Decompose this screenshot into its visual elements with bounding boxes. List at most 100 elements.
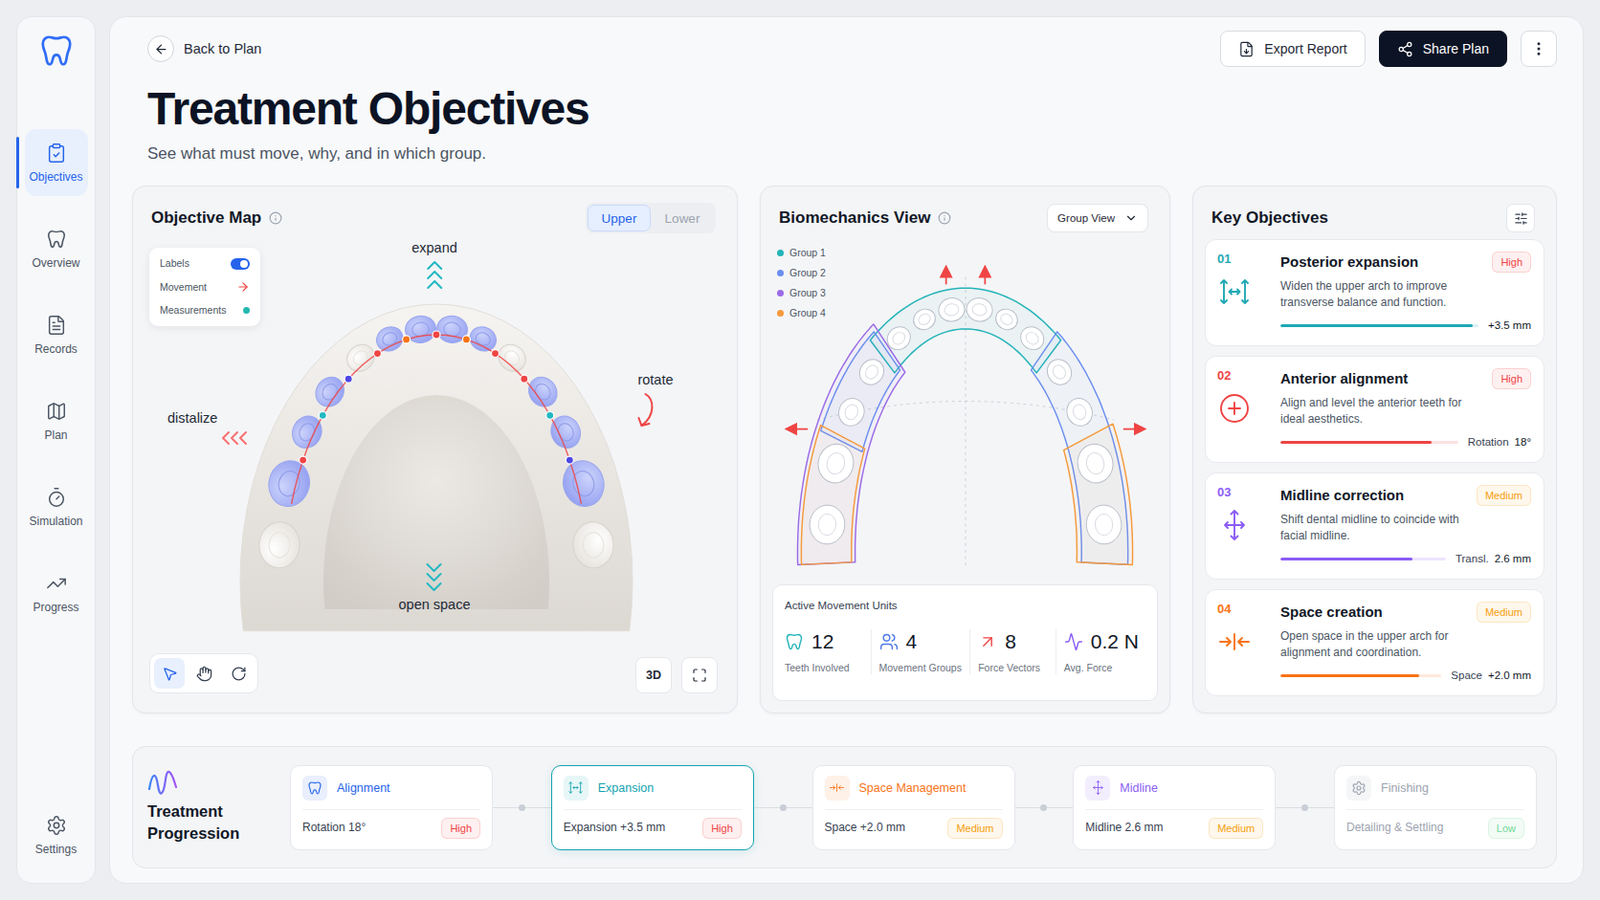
measurement-point[interactable]: [402, 335, 411, 344]
sidebar-item[interactable]: Plan: [24, 387, 89, 455]
biomechanics-canvas[interactable]: Group 1 Group 2 Group 3 Group 4: [760, 239, 1170, 585]
objective-card[interactable]: 01Posterior expansionHighWiden the upper…: [1204, 239, 1545, 347]
units-title: Active Movement Units: [784, 599, 1146, 613]
annotation[interactable]: open space: [399, 560, 471, 614]
space-icon: [828, 779, 845, 797]
sidebar-item[interactable]: Settings: [24, 801, 89, 869]
fullscreen-button[interactable]: [681, 657, 718, 694]
tooth[interactable]: [310, 372, 350, 413]
midline-icon: [1089, 779, 1107, 797]
tooth[interactable]: [546, 411, 586, 453]
rotate-icon: [230, 666, 247, 683]
priority-badge: High: [441, 818, 481, 840]
tooth[interactable]: [264, 456, 315, 512]
movement-units-card: Active Movement Units12Teeth Involved4Mo…: [772, 584, 1158, 702]
progression-step[interactable]: MidlineMidline 2.6 mmMedium: [1072, 765, 1276, 851]
objective-title: Anterior alignment: [1280, 369, 1408, 388]
chevrons-left-icon: [219, 429, 252, 447]
more-icon: [1530, 40, 1548, 58]
group-outline[interactable]: [800, 425, 865, 566]
annotation-label: rotate: [637, 371, 673, 389]
tooth[interactable]: [557, 456, 609, 512]
view-3d-button[interactable]: 3D: [635, 657, 672, 694]
progression-step[interactable]: AlignmentRotation 18°High: [289, 765, 493, 851]
measurement-point[interactable]: [373, 350, 381, 358]
tool-button[interactable]: [154, 658, 185, 689]
measurement-point[interactable]: [432, 331, 441, 339]
group-legend-item[interactable]: Group 1: [777, 246, 826, 260]
measurement-point[interactable]: [462, 335, 470, 344]
priority-badge: High: [1491, 251, 1532, 273]
app-logo[interactable]: [35, 29, 78, 72]
tooth[interactable]: [492, 338, 532, 378]
progression-step[interactable]: Space ManagementSpace +2.0 mmMedium: [812, 765, 1016, 851]
sidebar-item[interactable]: Records: [24, 301, 89, 369]
unit-stat: 0.2 NAvg. Force: [1055, 629, 1146, 675]
tooth[interactable]: [287, 411, 327, 453]
objective-card[interactable]: 02Anterior alignmentHighAlign and level …: [1204, 355, 1545, 464]
objective-description: Open space in the upper arch for alignme…: [1280, 628, 1477, 662]
sidebar-item[interactable]: Progress: [24, 559, 89, 627]
objective-canvas[interactable]: expandrotatedistalizeopen spaceLabelsMov…: [133, 239, 737, 713]
view-dropdown[interactable]: Group View: [1046, 203, 1149, 233]
panel-title: Key Objectives: [1211, 207, 1329, 229]
trend-icon: [45, 573, 67, 595]
annotation-label: distalize: [167, 409, 218, 427]
info-icon[interactable]: [268, 211, 283, 225]
objective-card[interactable]: 03Midline correctionMediumShift dental m…: [1204, 472, 1545, 580]
annotation[interactable]: rotate: [637, 371, 673, 432]
group-legend-item[interactable]: Group 2: [777, 266, 826, 280]
sidebar-item[interactable]: Overview: [24, 215, 89, 283]
key-objectives-panel: Key Objectives 01Posterior expansionHighW…: [1192, 185, 1557, 714]
labels-toggle[interactable]: [230, 258, 250, 270]
movement-arrow-icon: [236, 280, 250, 294]
tooth[interactable]: [523, 372, 563, 413]
progression-step[interactable]: ExpansionExpansion +3.5 mmHigh: [551, 765, 755, 851]
biomechanics-diagram[interactable]: [774, 264, 1157, 571]
group-outline[interactable]: [869, 288, 1061, 374]
annotation[interactable]: expand: [411, 239, 458, 292]
tooth[interactable]: [403, 313, 439, 346]
more-button[interactable]: [1520, 30, 1557, 67]
filter-button[interactable]: [1506, 203, 1535, 233]
tooth[interactable]: [571, 520, 616, 570]
measurement-point[interactable]: [565, 456, 574, 465]
measurement-point[interactable]: [299, 456, 308, 465]
progress-track: [1280, 674, 1442, 678]
measurement-point[interactable]: [344, 375, 353, 383]
info-icon[interactable]: [937, 211, 952, 225]
measurement-point[interactable]: [491, 350, 500, 358]
measurement-point[interactable]: [546, 411, 555, 420]
group-legend-item[interactable]: Group 4: [777, 307, 826, 320]
sidebar-item[interactable]: Simulation: [24, 473, 89, 541]
legend-row: Movement: [159, 280, 250, 294]
share-button[interactable]: Share Plan: [1378, 30, 1508, 67]
group-legend-item[interactable]: Group 3: [777, 287, 826, 300]
measurement-point[interactable]: [520, 375, 529, 383]
share-icon: [1397, 41, 1414, 58]
tooth-icon: [307, 780, 323, 797]
hand-icon: [196, 666, 213, 683]
measurement-point[interactable]: [318, 411, 327, 420]
back-button[interactable]: Back to Plan: [147, 35, 262, 63]
group-outline[interactable]: [797, 324, 905, 566]
group-dot: [777, 269, 784, 277]
tooth[interactable]: [435, 313, 470, 346]
map-icon: [45, 400, 67, 423]
pulse-icon: [1064, 632, 1084, 652]
arch-tab[interactable]: Upper: [587, 204, 651, 232]
sidebar-item[interactable]: Objectives: [24, 129, 89, 197]
tool-button[interactable]: [222, 658, 254, 689]
annotation-label: open space: [399, 596, 471, 614]
tool-button[interactable]: [188, 658, 220, 689]
view-controls: 3D: [635, 657, 718, 694]
objective-card[interactable]: 04Space creationMediumOpen space in the …: [1204, 589, 1545, 697]
annotation[interactable]: distalize: [167, 409, 252, 447]
group-outline[interactable]: [1064, 423, 1134, 565]
export-button[interactable]: Export Report: [1220, 30, 1365, 67]
sidebar: Objectives Overview Records Plan Simulation P…: [16, 16, 96, 885]
tooth[interactable]: [341, 338, 380, 378]
progression-step[interactable]: FinishingDetailing & SettlingLow: [1333, 765, 1537, 851]
arch-tab[interactable]: Lower: [650, 204, 714, 232]
tooth[interactable]: [257, 520, 302, 570]
